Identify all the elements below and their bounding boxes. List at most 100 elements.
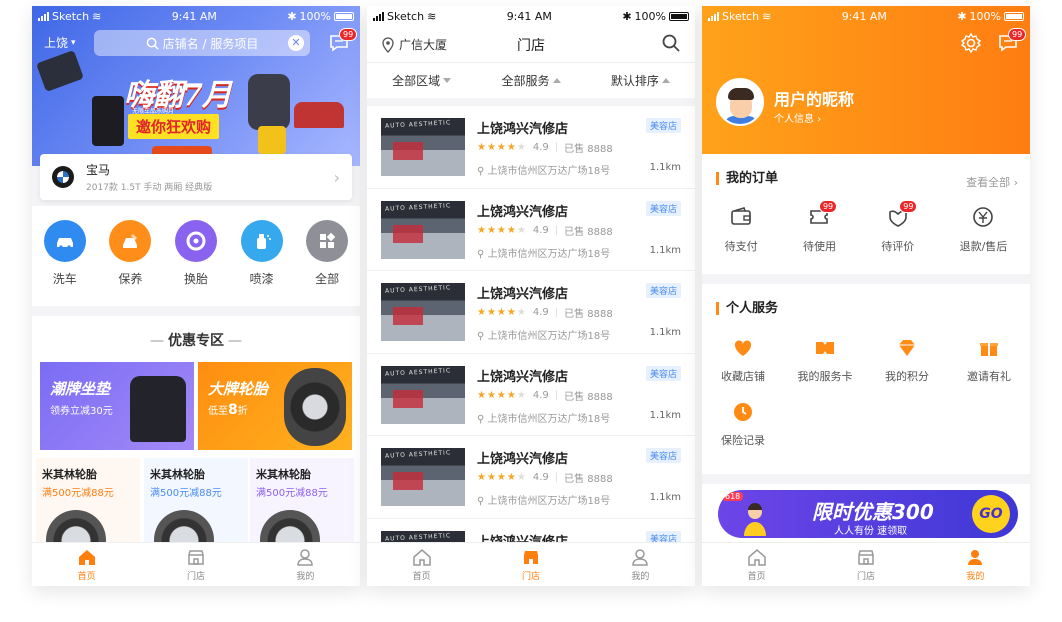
tab-bar: 首页 门店 我的 — [367, 542, 695, 586]
search-input[interactable]: 店铺名 / 服务项目 ✕ — [94, 30, 310, 56]
star-rating-icon: ★★★★★ — [477, 307, 527, 318]
order-refund[interactable]: 退款/售后 — [959, 204, 1008, 254]
profile-header: Sketch ≋ 9:41 AM ✱ 100% 99 用户的昵称 个人信息 › — [702, 6, 1030, 154]
city-selector[interactable]: 上饶 ▾ — [44, 34, 76, 51]
star-rating-icon: ★★★★★ — [477, 224, 527, 236]
tab-mine[interactable]: 我的 — [921, 543, 1030, 586]
nickname: 用户的昵称 — [774, 90, 855, 109]
service-label: 我的积分 — [885, 370, 929, 383]
store-name: 上饶鸿兴汽修店 — [477, 287, 569, 302]
service-tire-change[interactable]: 换胎 — [174, 220, 217, 306]
tab-stores[interactable]: 门店 — [476, 543, 585, 586]
store-item[interactable]: 上饶鸿兴汽修店 美容店 ★★★★★4.9|已售 8888 ⚲ 上饶市信州区万达广… — [367, 106, 695, 189]
tire-product-price: 满500元减88元 — [150, 488, 222, 499]
service-maintenance[interactable]: 保养 — [109, 220, 152, 306]
store-item[interactable]: 上饶鸿兴汽修店 美容店 ★★★★★4.9|已售 8888 ⚲ 上饶市信州区万达广… — [367, 271, 695, 354]
order-pending-review[interactable]: 99 待评价 — [881, 200, 918, 254]
promo-banner[interactable]: 618 限时优惠300 人人有份 速领取 GO — [702, 484, 1030, 544]
order-status-label: 退款/售后 — [959, 240, 1008, 253]
message-button[interactable]: 99 — [997, 28, 1027, 54]
store-tag: 美容店 — [645, 448, 681, 463]
promo-banner-inner: 618 限时优惠300 人人有份 速领取 GO — [718, 490, 1018, 538]
go-button[interactable]: GO — [972, 495, 1010, 533]
tab-mine[interactable]: 我的 — [251, 543, 360, 586]
home-screen: Sketch ≋ 9:41 AM ✱ 100% 上饶 ▾ 店铺名 / 服务项目 … — [32, 6, 360, 586]
caret-up-icon — [552, 78, 561, 83]
tab-home[interactable]: 首页 — [32, 543, 141, 586]
status-bar: Sketch ≋ 9:41 AM ✱ 100% — [702, 6, 1030, 26]
store-item[interactable]: 上饶鸿兴汽修店 美容店 ★★★★★4.9|已售 8888 ⚲ 上饶市信州区万达广… — [367, 188, 695, 271]
star-rating-icon: ★★★★★ — [477, 389, 527, 401]
order-pending-payment[interactable]: 待支付 — [725, 204, 758, 254]
service-insurance-records[interactable]: 保险记录 — [702, 400, 784, 448]
filter-region[interactable]: 全部区域 — [367, 63, 476, 98]
service-label: 收藏店铺 — [721, 370, 765, 383]
user-icon — [968, 550, 983, 565]
tab-label: 门店 — [186, 572, 205, 582]
tab-home[interactable]: 首页 — [702, 543, 811, 586]
service-my-cards[interactable]: 我的服务卡 — [784, 336, 866, 384]
banner-cta: 邀你狂欢购 — [128, 114, 220, 139]
order-pending-use[interactable]: 99 待使用 — [803, 200, 838, 254]
settings-gear-icon[interactable] — [960, 32, 982, 54]
tab-mine[interactable]: 我的 — [586, 543, 695, 586]
avatar[interactable] — [716, 78, 764, 126]
store-rating: ★★★★★ 4.9 | 已售 8888 — [477, 472, 613, 485]
product-image — [258, 126, 286, 154]
store-image — [381, 118, 465, 176]
home-icon — [78, 550, 95, 565]
service-card-icon — [816, 342, 834, 354]
status-time: 9:41 AM — [841, 9, 887, 23]
service-all[interactable]: 全部 — [306, 220, 349, 306]
store-address: ⚲ 上饶市信州区万达广场18号 — [477, 331, 611, 342]
search-icon[interactable] — [661, 33, 681, 53]
tire-icon — [174, 220, 217, 262]
store-distance: 1.1km — [649, 327, 681, 338]
service-car-wash[interactable]: 洗车 — [43, 220, 86, 306]
store-address: ⚲ 上饶市信州区万达广场18号 — [477, 248, 611, 260]
store-rating: ★★★★★ 4.9 | 已售 8888 — [477, 307, 613, 320]
wallet-icon — [731, 207, 751, 225]
tab-home[interactable]: 首页 — [367, 543, 476, 586]
store-item[interactable]: 上饶鸿兴汽修店 美容店 ★★★★★4.9|已售 8888 ⚲ 上饶市信州区万达广… — [367, 353, 695, 436]
my-car-card[interactable]: 宝马 2017款 1.5T 手动 两厢 经典版 › — [40, 154, 352, 200]
promo-banner-title: 限时优惠300 — [812, 500, 934, 524]
store-image — [381, 200, 465, 259]
wifi-icon: ≋ — [92, 9, 102, 23]
service-paint[interactable]: 喷漆 — [240, 220, 283, 306]
tire-product-price: 满500元减88元 — [42, 488, 114, 499]
tire-product-name: 米其林轮胎 — [42, 468, 97, 481]
promo-banner-subtitle: 低至8折 — [208, 402, 248, 418]
heart-icon — [734, 340, 752, 356]
bluetooth-icon: ✱ — [622, 9, 632, 23]
view-all-orders-link[interactable]: 查看全部 › — [966, 174, 1018, 190]
promo-tire-banner[interactable]: 大牌轮胎 低至8折 — [198, 362, 352, 450]
message-badge: 99 — [339, 28, 358, 41]
store-name: 上饶鸿兴汽修店 — [477, 122, 569, 137]
store-item[interactable]: 上饶鸿兴汽修店 美容店 ★★★★★4.9|已售 8888 ⚲ 上饶市信州区万达广… — [367, 436, 695, 519]
promo-seat-cover-banner[interactable]: 潮牌坐垫 领券立减30元 — [40, 362, 194, 450]
product-image — [36, 50, 84, 92]
tab-stores[interactable]: 门店 — [141, 543, 250, 586]
store-tag: 美容店 — [645, 200, 681, 216]
message-button[interactable]: 99 — [328, 28, 358, 54]
order-status-label: 待评价 — [881, 240, 915, 253]
personal-info-link[interactable]: 个人信息 › — [774, 110, 821, 125]
tab-stores[interactable]: 门店 — [811, 543, 920, 586]
tab-label: 首页 — [747, 572, 766, 582]
service-favorite-stores[interactable]: 收藏店铺 — [702, 336, 784, 384]
star-rating-icon: ★★★★★ — [477, 142, 527, 153]
search-placeholder: 店铺名 / 服务项目 — [162, 36, 259, 51]
clear-icon[interactable]: ✕ — [288, 35, 304, 51]
refund-icon — [973, 207, 994, 227]
filter-service[interactable]: 全部服务 — [476, 63, 585, 98]
wifi-icon: ≋ — [427, 9, 437, 23]
service-grid: 洗车 保养 换胎 喷漆 全部 — [32, 206, 360, 306]
user-icon — [632, 549, 649, 566]
status-bar: Sketch ≋ 9:41 AM ✱ 100% — [367, 6, 695, 26]
service-invite-gift[interactable]: 邀请有礼 — [948, 336, 1030, 384]
my-orders-card: 我的订单 查看全部 › 待支付 99 待使用 99 待评价 退款/售后 — [702, 154, 1030, 274]
service-my-points[interactable]: 我的积分 — [866, 336, 948, 384]
filter-sort[interactable]: 默认排序 — [586, 63, 695, 98]
home-banner[interactable]: Sketch ≋ 9:41 AM ✱ 100% 上饶 ▾ 店铺名 / 服务项目 … — [32, 6, 360, 166]
